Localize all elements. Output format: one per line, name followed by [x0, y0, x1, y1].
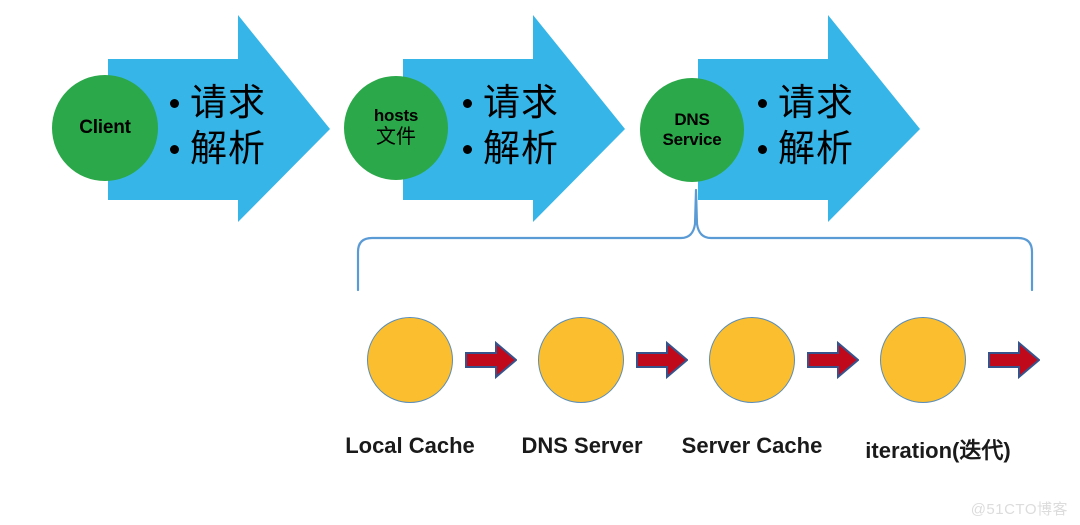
stage-circle-label-en: Client: [79, 116, 131, 138]
bullet-label: 解析: [190, 128, 266, 170]
bullet-item: 解析: [170, 126, 266, 172]
bullet-dot-icon: [758, 98, 767, 108]
detail-node-label-server-cache: Server Cache: [672, 433, 832, 459]
detail-node-label-dns-server: DNS Server: [502, 433, 662, 459]
detail-node-label-local-cache: Local Cache: [330, 433, 490, 459]
stage-dns-service: DNS Service 请求 解析: [590, 0, 930, 235]
detail-node-server-cache: [709, 317, 795, 403]
stage-hosts-file: hosts 文件 请求 解析: [295, 0, 635, 235]
bullet-label: 解析: [778, 128, 854, 170]
stage-circle-dns-service: DNS Service: [640, 78, 744, 182]
node-label-text-cn: 迭代: [959, 438, 1004, 463]
bullet-dot-icon: [170, 98, 179, 108]
red-arrow-icon-4: [988, 340, 1040, 380]
bullet-item: 请求: [463, 80, 559, 126]
bullet-item: 解析: [463, 126, 559, 172]
node-label-text: iteration(: [865, 438, 960, 463]
diagram-canvas: Client 请求 解析 hosts 文件 请求 解析 DNS Service …: [0, 0, 1080, 525]
watermark: @51CTO博客: [970, 501, 1068, 518]
stage-bullets-client: 请求 解析: [170, 80, 266, 172]
stage-circle-hosts-file: hosts 文件: [344, 76, 448, 180]
detail-node-iteration: [880, 317, 966, 403]
bullet-item: 请求: [170, 80, 266, 126]
node-label-text: DNS Server: [521, 433, 643, 458]
stage-bullets-hosts-file: 请求 解析: [463, 80, 559, 172]
stage-circle-label-en: hosts: [373, 106, 419, 126]
stage-circle-label-en: DNS: [674, 109, 710, 129]
bullet-dot-icon: [758, 144, 767, 154]
detail-node-dns-server: [538, 317, 624, 403]
stage-client: Client 请求 解析: [0, 0, 340, 235]
red-arrow-icon-3: [807, 340, 859, 380]
detail-node-label-iteration: iteration(迭代): [843, 433, 1033, 465]
bullet-label: 请求: [483, 82, 559, 124]
bullet-item: 解析: [758, 126, 854, 172]
stage-circle-label-en2: Service: [662, 130, 722, 149]
bullet-dot-icon: [463, 144, 472, 154]
bullet-dot-icon: [463, 98, 472, 108]
detail-node-local-cache: [367, 317, 453, 403]
bullet-label: 请求: [778, 82, 854, 124]
stage-circle-label-cn: 文件: [376, 126, 416, 149]
bullet-dot-icon: [170, 144, 179, 154]
stage-bullets-dns-service: 请求 解析: [758, 80, 854, 172]
node-label-text: Server Cache: [681, 433, 823, 458]
node-label-text-tail: ): [1003, 438, 1011, 463]
red-arrow-icon-2: [636, 340, 688, 380]
bullet-label: 请求: [190, 82, 266, 124]
stage-circle-client: Client: [52, 75, 158, 181]
node-label-text: Local Cache: [345, 433, 475, 458]
bullet-item: 请求: [758, 80, 854, 126]
red-arrow-icon-1: [465, 340, 517, 380]
bullet-label: 解析: [483, 128, 559, 170]
